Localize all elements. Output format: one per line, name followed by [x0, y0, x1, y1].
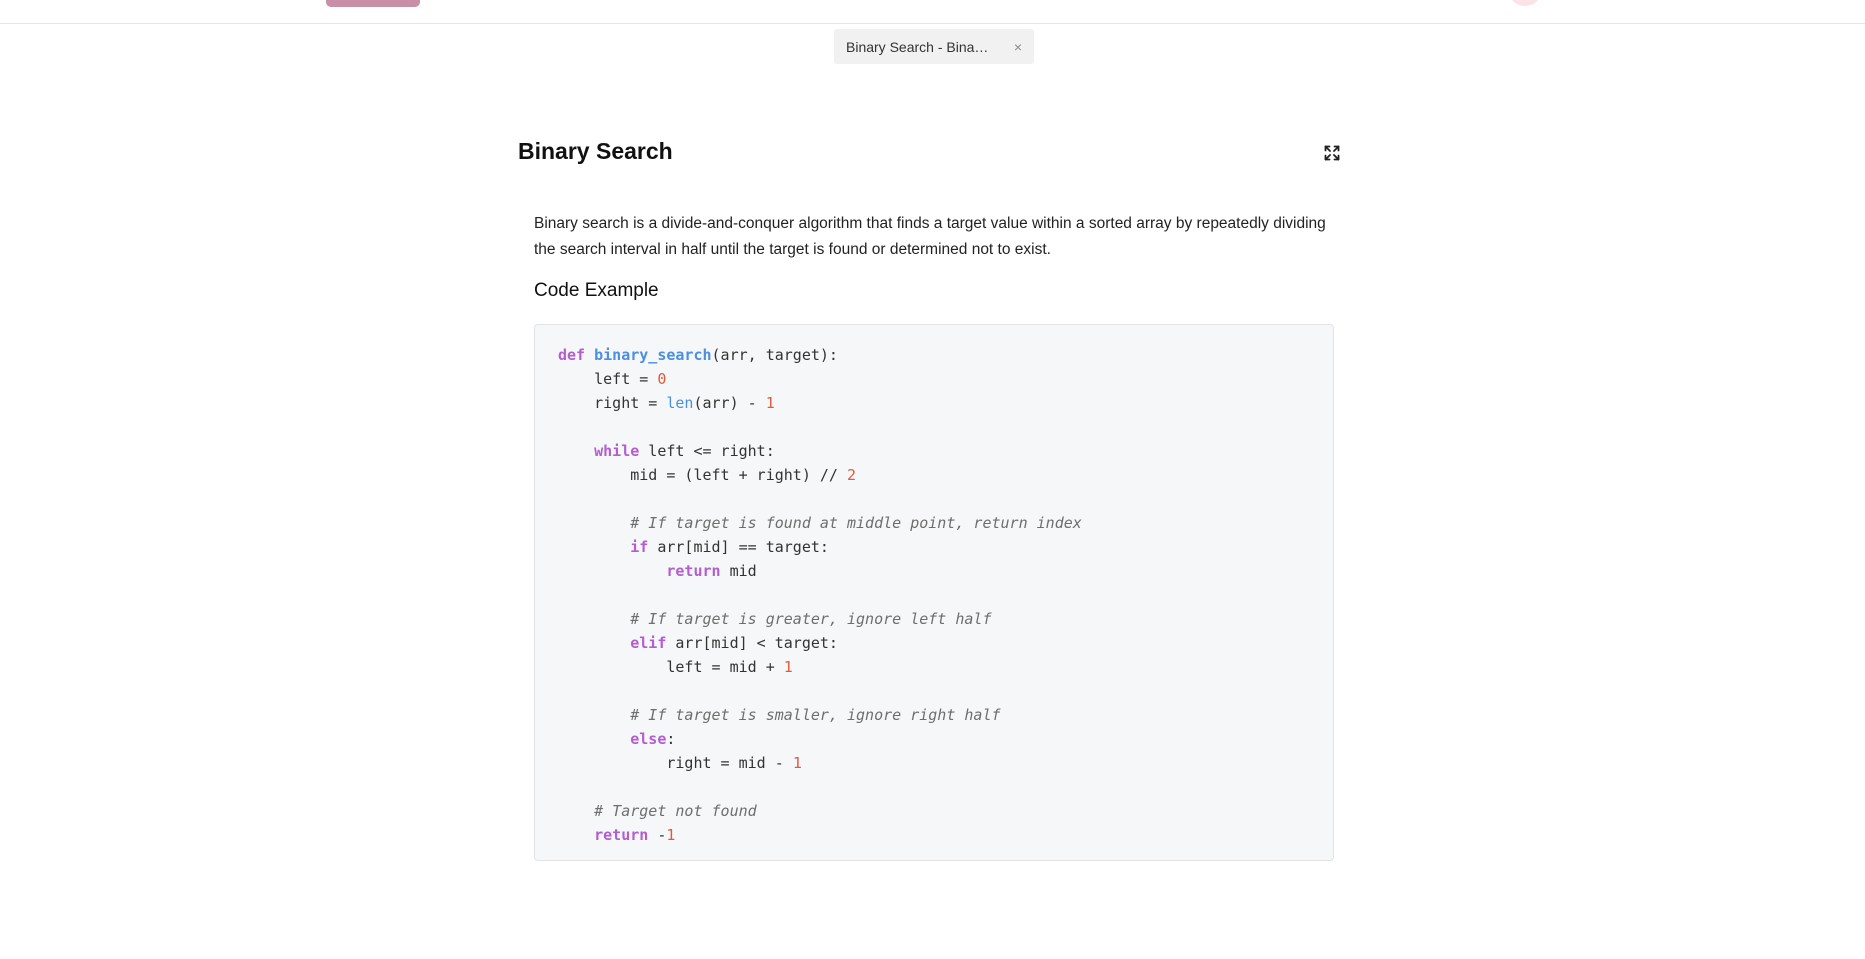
description-paragraph: Binary search is a divide-and-conquer al… — [534, 215, 1326, 258]
tab-title: Binary Search - Binar… — [846, 38, 991, 55]
page-title: Binary Search — [518, 138, 673, 164]
close-icon[interactable]: × — [1014, 40, 1022, 54]
topbar-action-button[interactable] — [326, 0, 420, 7]
code-example-heading: Code Example — [534, 280, 659, 301]
code-block: def binary_search(arr, target): left = 0… — [534, 324, 1334, 861]
expand-icon[interactable] — [1324, 145, 1340, 161]
avatar[interactable] — [1510, 0, 1540, 6]
code-content: def binary_search(arr, target): left = 0… — [558, 346, 1082, 844]
tab-binary-search[interactable]: Binary Search - Binar… × — [834, 29, 1034, 64]
top-navigation-bar — [0, 0, 1865, 24]
